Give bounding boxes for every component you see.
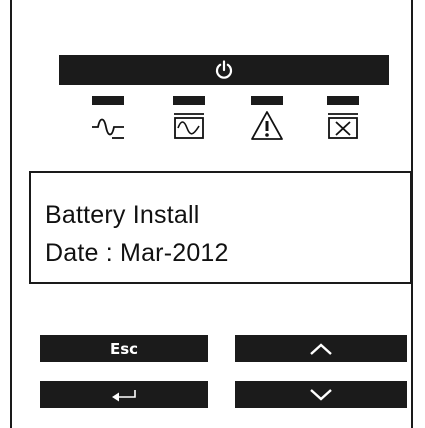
chevron-down-icon — [308, 387, 334, 403]
lcd-line-1: Battery Install — [45, 201, 200, 229]
fault-led — [251, 96, 283, 105]
power-icon — [214, 60, 234, 80]
lcd-line-2: Date : Mar-2012 — [45, 239, 229, 267]
indicator-line-mode — [90, 96, 126, 156]
esc-button[interactable]: Esc — [40, 335, 208, 362]
enter-arrow-icon — [109, 387, 139, 403]
battery-fault-led — [327, 96, 359, 105]
esc-label: Esc — [109, 339, 139, 358]
indicator-battery-fault — [325, 96, 361, 156]
up-button[interactable] — [235, 335, 407, 362]
battery-icon — [174, 113, 204, 139]
chevron-up-icon — [308, 341, 334, 357]
power-button[interactable] — [59, 55, 389, 85]
ac-line-icon — [92, 118, 124, 139]
lcd-display: Battery Install Date : Mar-2012 — [29, 171, 412, 284]
enter-button[interactable] — [40, 381, 208, 408]
battery-x-icon — [328, 113, 358, 139]
line-mode-led — [92, 96, 124, 105]
warning-icon — [251, 111, 283, 140]
indicator-fault — [249, 96, 285, 156]
indicator-battery-mode — [171, 96, 207, 156]
battery-mode-led — [173, 96, 205, 105]
down-button[interactable] — [235, 381, 407, 408]
panel-frame-left — [10, 0, 12, 428]
